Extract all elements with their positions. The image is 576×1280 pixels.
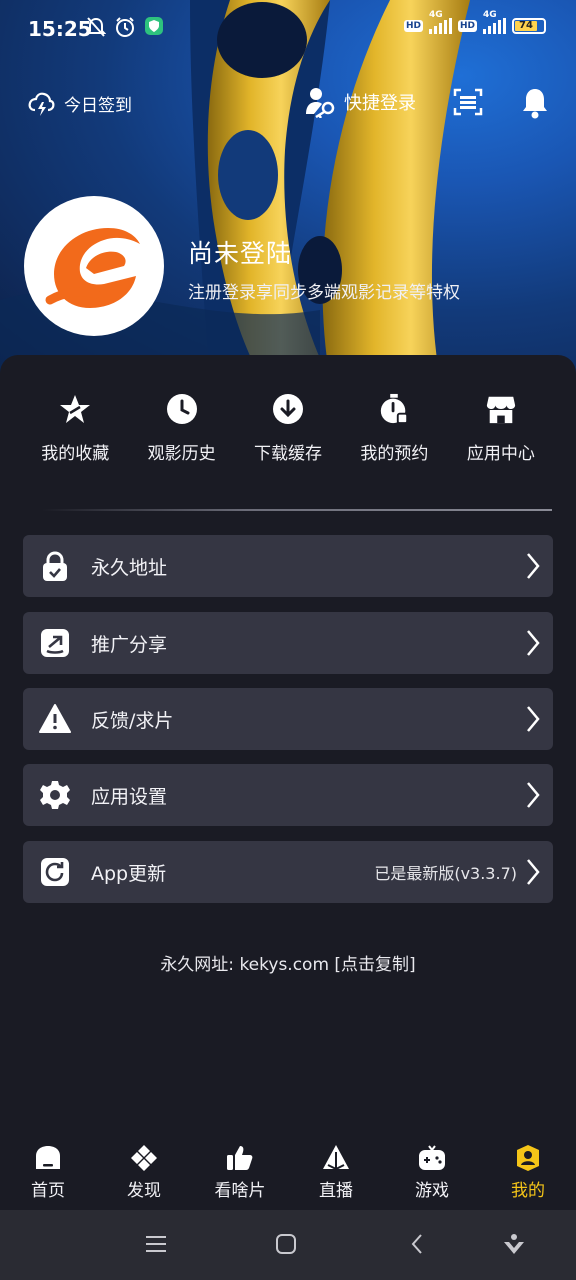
app-logo-icon: [45, 228, 140, 308]
refresh-icon: [41, 858, 69, 886]
menu-item-permanent-address[interactable]: 永久地址: [23, 535, 553, 597]
star-icon: [60, 395, 91, 423]
chevron-right-icon: [527, 553, 540, 579]
tab-mine[interactable]: 我的: [480, 1140, 576, 1210]
quick-action-downloads[interactable]: 下载缓存: [235, 393, 341, 473]
home-button-icon[interactable]: [274, 1232, 298, 1256]
profile-section[interactable]: 尚未登陆 注册登录享同步多端观影记录等特权: [24, 196, 554, 338]
quick-action-reservations[interactable]: 我的预约: [341, 393, 447, 473]
store-icon: [486, 396, 515, 424]
divider: [42, 509, 552, 511]
network-type-2: 4G: [483, 10, 497, 20]
menu-item-share[interactable]: 推广分享: [23, 612, 553, 674]
thumbs-up-icon: [227, 1146, 253, 1170]
shield-app-icon: [145, 17, 163, 35]
avatar[interactable]: [24, 196, 164, 336]
lock-icon: [43, 551, 67, 581]
download-icon: [273, 394, 304, 424]
system-navigation-bar: [0, 1210, 576, 1280]
gear-icon: [40, 781, 70, 809]
menu-label: App更新: [91, 863, 167, 885]
quick-action-label: 观影历史: [147, 444, 216, 464]
checkin-label: 今日签到: [64, 95, 132, 116]
chevron-right-icon: [527, 706, 540, 732]
quick-action-label: 下载缓存: [254, 444, 323, 464]
scan-button[interactable]: [452, 86, 484, 122]
content-panel: 我的收藏 观影历史 下载缓存 我的预约 应用中心 永久地址 推广分享 反馈/求片…: [0, 355, 576, 1140]
hd-badge-2: HD: [457, 20, 477, 32]
status-system-icons: HD 4G HD 4G 74: [403, 10, 546, 34]
tab-label: 游戏: [415, 1181, 449, 1201]
menu-item-settings[interactable]: 应用设置: [23, 764, 553, 826]
menu-label: 永久地址: [91, 557, 168, 579]
cloud-lightning-icon: [28, 92, 55, 116]
tab-home[interactable]: 首页: [0, 1140, 96, 1210]
tab-discover[interactable]: 发现: [96, 1140, 192, 1210]
top-action-bar: 今日签到 快捷登录: [0, 84, 576, 124]
status-bar: 15:25 HD 4G HD 4G 74: [0, 0, 576, 60]
live-icon: [323, 1145, 349, 1170]
quick-actions: 我的收藏 观影历史 下载缓存 我的预约 应用中心: [22, 393, 554, 473]
permanent-url-copy-link[interactable]: 永久网址: kekys.com [点击复制]: [0, 950, 576, 975]
checkin-button[interactable]: 今日签到: [26, 88, 132, 118]
quick-action-history[interactable]: 观影历史: [128, 393, 234, 473]
tab-games[interactable]: 游戏: [384, 1140, 480, 1210]
quick-login-button[interactable]: 快捷登录: [304, 86, 416, 118]
user-key-icon: [306, 88, 335, 118]
tab-watch-what[interactable]: 看啥片: [192, 1140, 288, 1210]
home-icon: [36, 1146, 60, 1169]
chevron-right-icon: [527, 859, 540, 885]
network-type: 4G: [428, 10, 443, 20]
discover-icon: [131, 1145, 157, 1171]
warning-icon: [39, 704, 71, 733]
tab-label: 发现: [127, 1181, 161, 1201]
profile-name: 尚未登陆: [188, 239, 293, 268]
chevron-right-icon: [527, 630, 540, 656]
signal-icon: [428, 18, 452, 34]
version-status: 已是最新版(v3.3.7): [374, 864, 517, 883]
profile-subtitle: 注册登录享同步多端观影记录等特权: [188, 283, 460, 303]
quick-action-label: 我的预约: [360, 444, 429, 464]
hd-badge: HD: [403, 20, 423, 32]
signal-icon-2: [483, 18, 506, 34]
status-notification-icons: [86, 16, 164, 38]
tab-live[interactable]: 直播: [288, 1140, 384, 1210]
tab-label: 首页: [31, 1181, 65, 1201]
gamepad-icon: [419, 1145, 445, 1170]
menu-label: 推广分享: [91, 634, 168, 656]
tab-label: 直播: [319, 1181, 353, 1201]
menu-item-app-update[interactable]: App更新 已是最新版(v3.3.7): [23, 841, 553, 903]
alarm-icon: [116, 17, 134, 37]
battery-icon: 74: [512, 18, 546, 34]
tab-label: 看啥片: [214, 1181, 266, 1201]
share-icon: [41, 629, 69, 657]
quick-action-label: 我的收藏: [41, 444, 110, 464]
battery-level: 74: [515, 21, 537, 31]
mute-bell-icon: [86, 17, 106, 37]
menu-icon[interactable]: [144, 1232, 168, 1256]
status-time: 15:25: [28, 17, 92, 41]
chevron-right-icon: [527, 782, 540, 808]
user-icon: [517, 1145, 539, 1171]
menu-label: 反馈/求片: [91, 710, 174, 732]
tab-label: 我的: [511, 1181, 545, 1201]
quick-action-label: 应用中心: [466, 444, 535, 464]
scan-icon: [453, 88, 483, 116]
quick-action-app-center[interactable]: 应用中心: [448, 393, 554, 473]
assistant-icon[interactable]: [502, 1232, 526, 1256]
clock-icon: [166, 394, 197, 424]
back-icon[interactable]: [406, 1232, 430, 1256]
quick-action-favorites[interactable]: 我的收藏: [22, 393, 128, 473]
notifications-button[interactable]: [519, 86, 551, 124]
bottom-tab-bar: 首页 发现 看啥片 直播 游戏 我的: [0, 1140, 576, 1210]
stopwatch-icon: [381, 393, 409, 425]
quick-login-label: 快捷登录: [344, 93, 416, 114]
bell-icon: [523, 89, 547, 119]
menu-item-feedback[interactable]: 反馈/求片: [23, 688, 553, 750]
menu-label: 应用设置: [91, 786, 168, 808]
